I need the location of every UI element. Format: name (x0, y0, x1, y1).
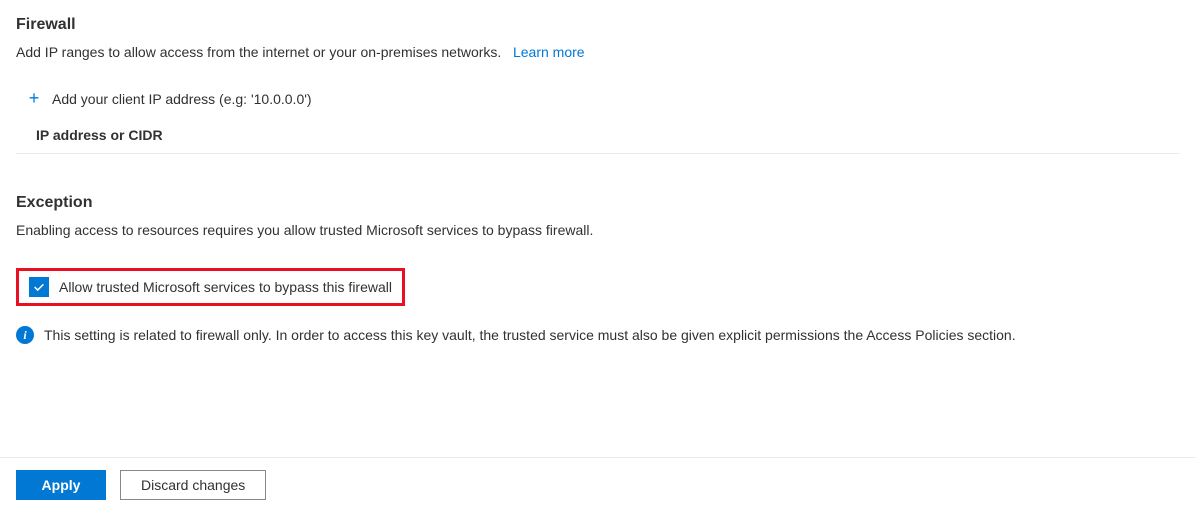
discard-button[interactable]: Discard changes (120, 470, 266, 500)
add-ip-label: Add your client IP address (e.g: '10.0.0… (52, 91, 312, 107)
add-ip-button[interactable]: + Add your client IP address (e.g: '10.0… (16, 80, 1180, 117)
trusted-services-highlight: Allow trusted Microsoft services to bypa… (16, 268, 405, 306)
plus-icon: + (26, 88, 42, 109)
info-icon: i (16, 326, 34, 344)
exception-description: Enabling access to resources requires yo… (16, 222, 1180, 238)
info-row: i This setting is related to firewall on… (16, 326, 1180, 344)
trusted-services-label: Allow trusted Microsoft services to bypa… (59, 279, 392, 295)
apply-button[interactable]: Apply (16, 470, 106, 500)
exception-section: Exception Enabling access to resources r… (16, 194, 1180, 344)
firewall-section: Firewall Add IP ranges to allow access f… (16, 16, 1180, 154)
exception-heading: Exception (16, 194, 1180, 212)
info-text: This setting is related to firewall only… (44, 327, 1016, 343)
footer-bar: Apply Discard changes (0, 457, 1196, 512)
ip-column-header: IP address or CIDR (16, 117, 1180, 154)
learn-more-link[interactable]: Learn more (513, 44, 585, 60)
trusted-services-checkbox[interactable] (29, 277, 49, 297)
firewall-description-text: Add IP ranges to allow access from the i… (16, 44, 501, 60)
firewall-description: Add IP ranges to allow access from the i… (16, 44, 1180, 60)
checkmark-icon (32, 280, 46, 294)
firewall-heading: Firewall (16, 16, 1180, 34)
